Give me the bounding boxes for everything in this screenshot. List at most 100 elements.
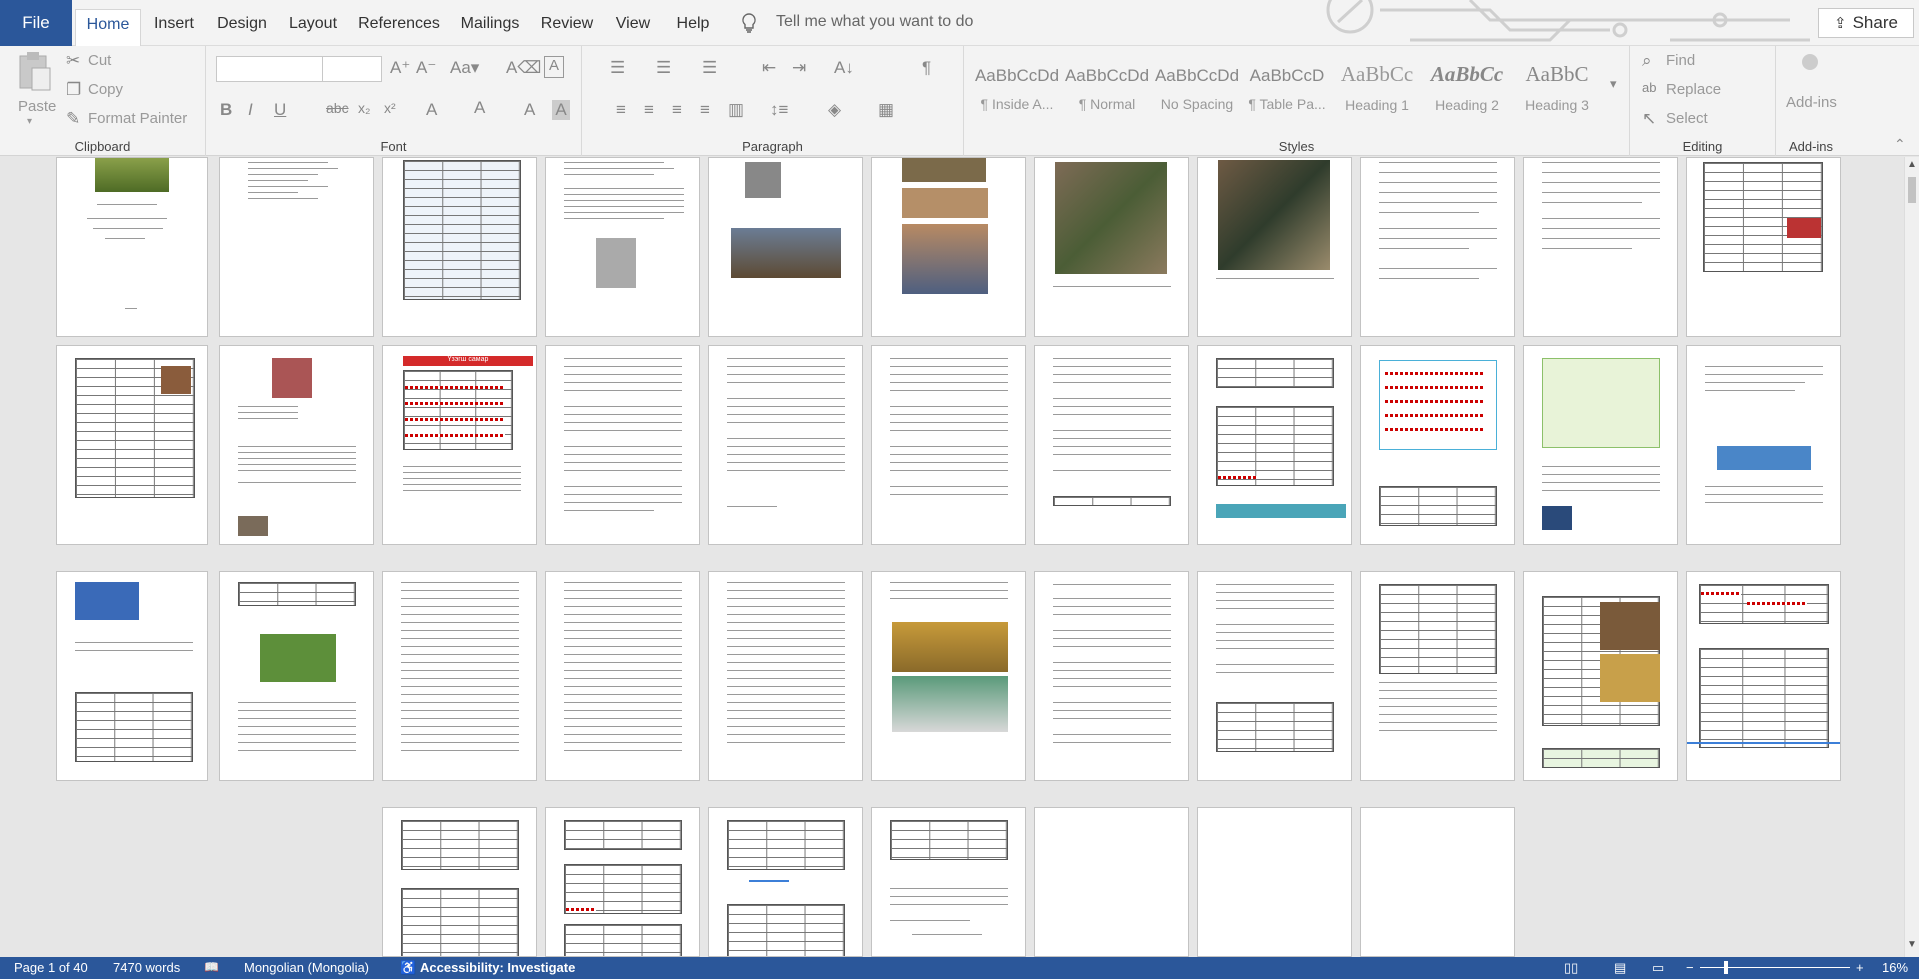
page-thumbnail[interactable] [708, 157, 863, 337]
share-button[interactable]: ⇪ Share [1818, 8, 1914, 38]
zoom-slider[interactable] [1700, 967, 1850, 968]
tab-help[interactable]: Help [670, 9, 716, 46]
highlight-icon[interactable]: A [474, 98, 485, 118]
addins-button[interactable]: Add-ins [1782, 50, 1842, 120]
accessibility-status[interactable]: Accessibility: Investigate [420, 960, 575, 975]
page-thumbnail[interactable] [219, 345, 374, 545]
page-thumbnail[interactable] [1197, 571, 1352, 781]
bullets-icon[interactable]: ☰ [610, 58, 625, 78]
language-indicator[interactable]: Mongolian (Mongolia) [244, 960, 369, 975]
page-thumbnail[interactable] [1523, 157, 1678, 337]
page-thumbnail[interactable] [219, 157, 374, 337]
page-thumbnail[interactable] [1034, 807, 1189, 957]
styles-more-icon[interactable]: ▾ [1610, 76, 1617, 92]
clear-formatting-icon[interactable]: A⌫ [506, 58, 541, 78]
shrink-font-icon[interactable]: A⁻ [416, 58, 436, 78]
page-thumbnail[interactable] [1360, 571, 1515, 781]
style-heading-2[interactable]: AaBbCc Heading 2 [1424, 54, 1510, 126]
page-thumbnail[interactable] [871, 571, 1026, 781]
page-thumbnail[interactable] [708, 571, 863, 781]
grow-font-icon[interactable]: A⁺ [390, 58, 410, 78]
document-canvas[interactable]: Үзэгш самар [0, 157, 1904, 957]
strikethrough-icon[interactable]: abc [326, 100, 349, 116]
scroll-thumb[interactable] [1908, 177, 1916, 203]
page-thumbnail[interactable] [382, 571, 537, 781]
shading-icon[interactable]: A [552, 100, 570, 120]
style-heading-3[interactable]: AaBbC Heading 3 [1514, 54, 1600, 126]
style-inside-a[interactable]: AaBbCcDd ¶ Inside A... [974, 54, 1060, 126]
page-thumbnail[interactable] [871, 345, 1026, 545]
replace-button[interactable]: Replace [1666, 81, 1721, 98]
tab-mailings[interactable]: Mailings [456, 9, 524, 46]
tab-layout[interactable]: Layout [284, 9, 342, 46]
tab-insert[interactable]: Insert [148, 9, 200, 46]
text-effects-icon[interactable]: A [426, 100, 437, 120]
page-thumbnail[interactable] [382, 807, 537, 957]
columns-icon[interactable]: ▥ [728, 100, 744, 120]
align-center-icon[interactable]: ≡ [644, 100, 654, 120]
superscript-icon[interactable]: x² [384, 100, 396, 116]
style-heading-1[interactable]: AaBbCc Heading 1 [1334, 54, 1420, 126]
page-thumbnail[interactable] [1034, 345, 1189, 545]
web-layout-icon[interactable]: ▭ [1652, 960, 1664, 976]
align-right-icon[interactable]: ≡ [672, 100, 682, 120]
page-thumbnail[interactable] [1197, 807, 1352, 957]
numbering-icon[interactable]: ☰ [656, 58, 671, 78]
justify-icon[interactable]: ≡ [700, 100, 710, 120]
sort-icon[interactable]: A↓ [834, 58, 854, 78]
style-table-paragraph[interactable]: AaBbCcD ¶ Table Pa... [1244, 54, 1330, 126]
page-thumbnail[interactable] [1360, 157, 1515, 337]
underline-icon[interactable]: U [274, 100, 286, 120]
style-no-spacing[interactable]: AaBbCcDd No Spacing [1154, 54, 1240, 126]
scroll-down-icon[interactable]: ▼ [1907, 939, 1917, 950]
page-thumbnail[interactable] [871, 157, 1026, 337]
align-left-icon[interactable]: ≡ [616, 100, 626, 120]
line-spacing-icon[interactable]: ↕≡ [770, 100, 788, 120]
read-mode-icon[interactable]: ▯▯ [1564, 960, 1578, 976]
page-thumbnail[interactable] [219, 571, 374, 781]
shading-bucket-icon[interactable]: ◈ [828, 100, 841, 120]
page-thumbnail[interactable] [1197, 157, 1352, 337]
page-thumbnail[interactable] [1360, 807, 1515, 957]
subscript-icon[interactable]: x₂ [358, 100, 370, 116]
page-thumbnail[interactable] [545, 571, 700, 781]
page-thumbnail[interactable] [382, 157, 537, 337]
proofing-icon[interactable]: 📖 [204, 960, 219, 974]
page-thumbnail[interactable] [1686, 571, 1841, 781]
format-painter-button[interactable]: Format Painter [88, 110, 187, 127]
page-thumbnail[interactable] [1197, 345, 1352, 545]
font-name-box[interactable] [216, 56, 326, 82]
cut-button[interactable]: Cut [88, 52, 111, 69]
zoom-in-icon[interactable]: + [1856, 960, 1864, 975]
change-case-icon[interactable]: Aa▾ [450, 58, 479, 78]
page-thumbnail[interactable] [708, 345, 863, 545]
page-thumbnail[interactable] [56, 345, 208, 545]
scroll-up-icon[interactable]: ▲ [1907, 159, 1917, 170]
zoom-level[interactable]: 16% [1882, 960, 1908, 975]
font-color-icon[interactable]: A [524, 100, 535, 120]
tab-home[interactable]: Home [75, 9, 141, 46]
borders-icon[interactable]: ▦ [878, 100, 894, 120]
page-thumbnail[interactable] [708, 807, 863, 957]
italic-icon[interactable]: I [248, 100, 253, 120]
find-button[interactable]: Find [1666, 52, 1695, 69]
show-formatting-icon[interactable]: ¶ [922, 58, 931, 78]
decrease-indent-icon[interactable]: ⇤ [762, 58, 776, 78]
word-count[interactable]: 7470 words [113, 960, 180, 975]
page-thumbnail[interactable]: Үзэгш самар [382, 345, 537, 545]
page-thumbnail[interactable] [545, 807, 700, 957]
page-thumbnail[interactable] [1034, 157, 1189, 337]
tab-view[interactable]: View [610, 9, 656, 46]
page-thumbnail[interactable] [1523, 571, 1678, 781]
zoom-slider-thumb[interactable] [1724, 961, 1728, 974]
multilevel-list-icon[interactable]: ☰ [702, 58, 717, 78]
increase-indent-icon[interactable]: ⇥ [792, 58, 806, 78]
page-count[interactable]: Page 1 of 40 [14, 960, 88, 975]
page-thumbnail[interactable] [545, 157, 700, 337]
style-normal[interactable]: AaBbCcDd ¶ Normal [1064, 54, 1150, 126]
page-thumbnail[interactable] [56, 571, 208, 781]
vertical-scrollbar[interactable]: ▲ ▼ [1904, 157, 1919, 957]
character-border-icon[interactable]: A [544, 56, 564, 78]
paste-button[interactable]: Paste ▾ [14, 50, 56, 128]
tell-me-search[interactable]: Tell me what you want to do [776, 13, 973, 31]
